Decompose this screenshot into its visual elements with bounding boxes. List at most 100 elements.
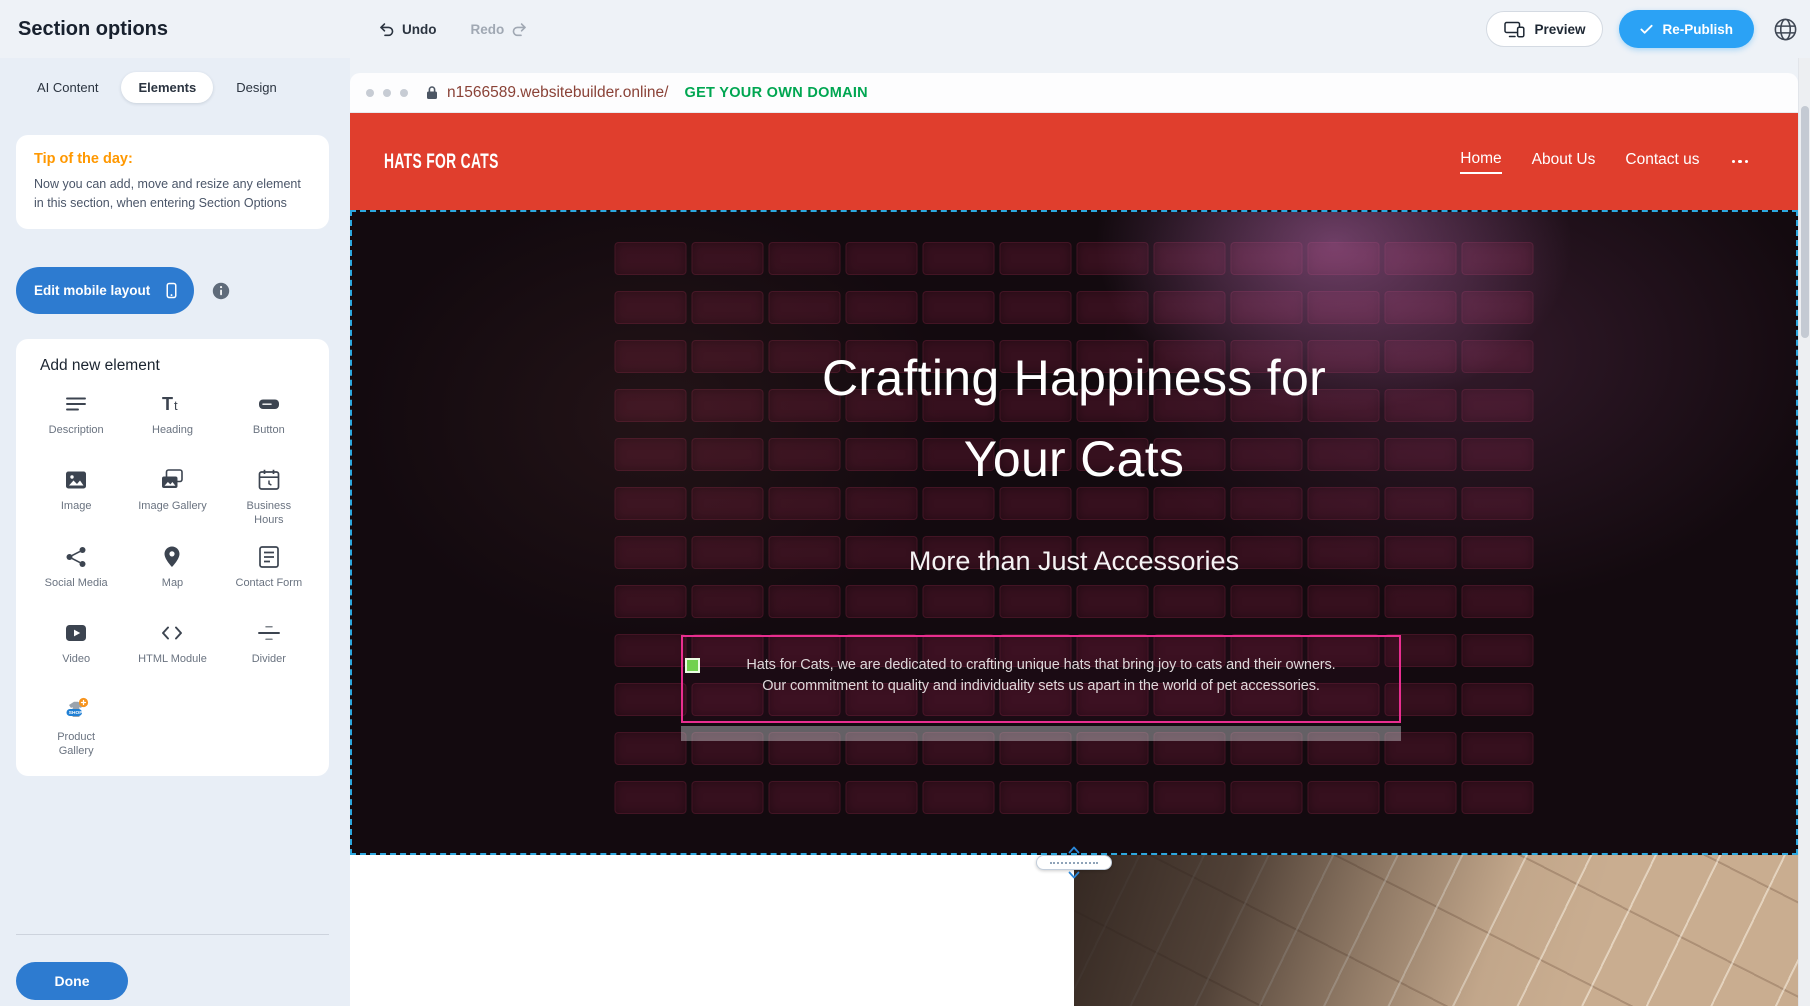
svg-text:T: T — [162, 394, 173, 414]
element-contact-form[interactable]: Contact Form — [223, 544, 315, 604]
element-map[interactable]: Map — [126, 544, 218, 604]
element-description[interactable]: Description — [30, 391, 122, 451]
history-controls: Undo Redo — [378, 21, 528, 38]
edit-mobile-layout-button[interactable]: Edit mobile layout — [16, 267, 194, 314]
hero-tile — [1462, 781, 1534, 814]
sidebar-divider — [16, 934, 329, 935]
element-product-gallery[interactable]: SHOP Product Gallery — [30, 696, 122, 759]
undo-button[interactable]: Undo — [378, 21, 437, 38]
hero-tile — [615, 634, 687, 667]
tab-ai-content[interactable]: AI Content — [20, 72, 115, 103]
hero-tile — [1308, 291, 1380, 324]
edit-mobile-label: Edit mobile layout — [34, 283, 150, 298]
hero-tile — [769, 242, 841, 275]
preview-label: Preview — [1534, 22, 1585, 37]
hero-tile — [692, 585, 764, 618]
element-social-media[interactable]: Social Media — [30, 544, 122, 604]
scrollbar-thumb[interactable] — [1801, 106, 1809, 338]
hero-tile — [923, 291, 995, 324]
republish-button[interactable]: Re-Publish — [1619, 10, 1754, 48]
selected-hero-section[interactable]: Crafting Happiness for Your Cats More th… — [350, 210, 1798, 855]
element-button[interactable]: Button — [223, 391, 315, 451]
element-image-gallery[interactable]: Image Gallery — [126, 467, 218, 528]
hero-tile — [1462, 585, 1534, 618]
undo-icon — [378, 21, 395, 38]
resize-pill[interactable] — [1036, 855, 1112, 870]
hero-tile — [1000, 585, 1072, 618]
element-grid: Description Tt Heading Button — [30, 391, 315, 758]
form-icon — [256, 544, 282, 570]
site-logo[interactable]: HATS FOR CATS — [384, 150, 499, 174]
section-resize-handle[interactable] — [1036, 845, 1112, 880]
hero-tile — [1308, 585, 1380, 618]
shop-icon: SHOP — [62, 696, 90, 724]
site-url: n1566589.websitebuilder.online/ — [447, 84, 668, 102]
hero-tile — [1077, 585, 1149, 618]
hero-tile — [1077, 781, 1149, 814]
get-domain-link[interactable]: GET YOUR OWN DOMAIN — [684, 85, 867, 101]
hero-paragraph-line1: Hats for Cats, we are dedicated to craft… — [683, 655, 1399, 676]
svg-text:SHOP: SHOP — [69, 710, 83, 716]
share-icon — [63, 544, 89, 570]
hero-tile — [1154, 242, 1226, 275]
topbar: Section options Undo Redo Preview — [0, 0, 1810, 58]
image-icon — [63, 467, 89, 493]
topbar-actions: Preview Re-Publish — [1486, 10, 1810, 48]
spacer-element[interactable] — [681, 726, 1401, 741]
lock-icon — [426, 85, 438, 100]
globe-icon — [1772, 16, 1799, 43]
redo-button[interactable]: Redo — [471, 21, 529, 38]
redo-icon — [511, 21, 528, 38]
hero-tile — [615, 291, 687, 324]
tab-design[interactable]: Design — [219, 72, 293, 103]
nav-more-icon[interactable] — [1730, 154, 1751, 170]
button-icon — [256, 391, 282, 417]
map-pin-icon — [159, 544, 185, 570]
hero-tile — [769, 585, 841, 618]
hero-tile — [692, 291, 764, 324]
hero-tile — [1077, 242, 1149, 275]
hero-tile — [1000, 781, 1072, 814]
sidebar-tabs: AI Content Elements Design — [20, 72, 294, 103]
calendar-icon — [256, 467, 282, 493]
tab-elements[interactable]: Elements — [121, 72, 213, 103]
heading-icon: Tt — [159, 391, 185, 417]
hero-subheading[interactable]: More than Just Accessories — [352, 546, 1796, 577]
element-heading[interactable]: Tt Heading — [126, 391, 218, 451]
preview-button[interactable]: Preview — [1486, 11, 1603, 47]
element-divider[interactable]: Divider — [223, 620, 315, 680]
hero-tile — [1385, 585, 1457, 618]
next-section-white-half — [350, 855, 1074, 1006]
hero-tile — [692, 242, 764, 275]
element-drag-handle[interactable] — [685, 658, 700, 673]
hero-tile — [692, 781, 764, 814]
info-icon[interactable] — [212, 282, 230, 300]
hero-tile — [1154, 585, 1226, 618]
nav-home[interactable]: Home — [1460, 150, 1501, 174]
hero-tile — [615, 781, 687, 814]
site-header: HATS FOR CATS Home About Us Contact us — [350, 113, 1798, 210]
tip-body: Now you can add, move and resize any ele… — [34, 175, 311, 213]
hero-tile — [1385, 781, 1457, 814]
element-business-hours[interactable]: Business Hours — [223, 467, 315, 528]
done-button[interactable]: Done — [16, 962, 128, 1000]
hero-tile — [1000, 291, 1072, 324]
svg-text:t: t — [174, 398, 178, 413]
hero-paragraph-line2: Our commitment to quality and individual… — [683, 676, 1399, 697]
hero-tile — [1231, 242, 1303, 275]
hero-tile — [923, 585, 995, 618]
window-dots-icon — [366, 89, 408, 97]
nav-about-us[interactable]: About Us — [1532, 151, 1596, 173]
text-lines-icon — [63, 391, 89, 417]
element-html-module[interactable]: HTML Module — [126, 620, 218, 680]
add-element-heading: Add new element — [40, 357, 315, 375]
element-image[interactable]: Image — [30, 467, 122, 528]
republish-label: Re-Publish — [1662, 22, 1733, 37]
language-globe-button[interactable] — [1770, 14, 1800, 44]
hero-heading[interactable]: Crafting Happiness for Your Cats — [352, 338, 1796, 500]
selected-text-element[interactable]: Hats for Cats, we are dedicated to craft… — [681, 635, 1401, 723]
hero-tile — [1462, 683, 1534, 716]
element-video[interactable]: Video — [30, 620, 122, 680]
hero-tile — [846, 291, 918, 324]
nav-contact-us[interactable]: Contact us — [1625, 151, 1699, 173]
